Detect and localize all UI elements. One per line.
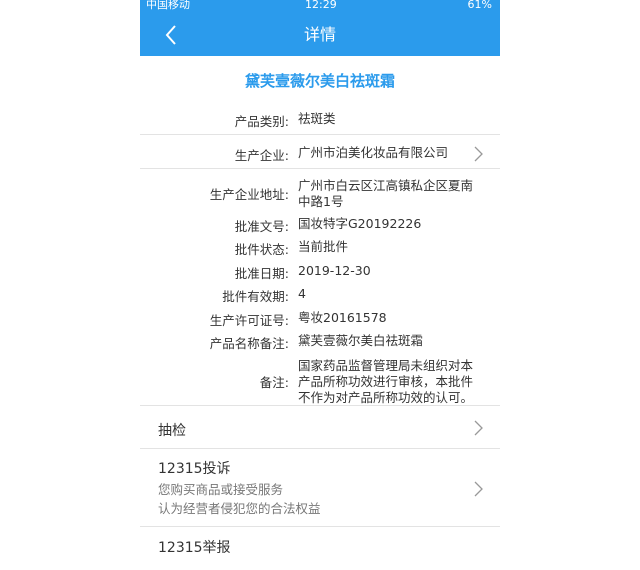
field-label: 生产企业地址: [209,187,289,202]
field-value: 国妆特字G20192226 [298,216,422,231]
field-label: 备注: [259,375,289,390]
field-label: 批件有效期: [222,289,289,304]
field-value: 黛芙壹薇尔美白祛斑霜 [298,333,424,348]
field-label: 批准文号: [234,219,289,234]
complaint-desc-line2: 认为经营者侵犯您的合法权益 [158,501,321,516]
battery-label: 61% [467,0,492,11]
field-value: 4 [298,286,306,301]
divider [140,134,500,135]
field-value: 当前批件 [298,239,349,254]
inspection-label: 抽检 [158,423,186,439]
field-label: 批件状态: [234,242,289,257]
complaint-desc-line1: 您购买商品或接受服务 [158,482,284,497]
page-title: 详情 [303,25,336,44]
inspection-row[interactable]: 抽检 [140,406,500,448]
field-value: 祛斑类 [298,111,336,126]
chevron-right-icon [474,146,483,162]
complaint-label: 12315投诉 [158,461,231,477]
chevron-right-icon [474,420,483,436]
field-label: 批准日期: [234,266,289,281]
field-label: 生产企业: [234,148,289,163]
navigation-bar: 详情 [140,14,500,56]
phone-screen: 中国移动 12:29 61% 详情 黛芙壹薇尔美白祛斑霜 产品类别: 祛斑类 生… [140,0,500,570]
field-value: 粤妆20161578 [298,310,387,325]
field-label: 产品类别: [234,114,289,129]
field-value: 2019-12-30 [298,263,371,278]
product-name-heading: 黛芙壹薇尔美白祛斑霜 [244,72,395,90]
field-value: 广州市白云区江高镇私企区夏南中路1号 [298,178,474,209]
chevron-right-icon [474,481,483,497]
status-bar: 中国移动 12:29 61% [140,0,500,14]
field-manufacturer[interactable]: 生产企业: 广州市泊美化妆品有限公司 [140,145,500,165]
status-time: 12:29 [305,0,337,11]
report-label: 12315举报 [158,540,231,556]
field-value: 国家药品监督管理局未组织对本产品所称功效进行审核，本批件不作为对产品所称功效的认… [298,358,474,405]
complaint-row[interactable]: 12315投诉 您购买商品或接受服务 认为经营者侵犯您的合法权益 [140,449,500,525]
field-label: 生产许可证号: [209,313,289,328]
report-row[interactable]: 12315举报 [140,527,500,570]
field-value: 广州市泊美化妆品有限公司 [298,145,449,160]
divider [140,168,500,169]
field-label: 产品名称备注: [209,336,289,351]
carrier-label: 中国移动 [146,0,190,11]
